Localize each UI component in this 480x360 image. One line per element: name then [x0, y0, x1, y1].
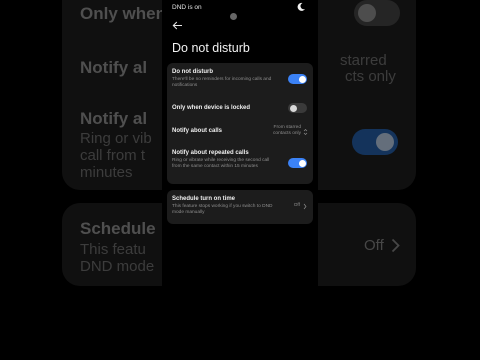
- phone-screen: DND is on Do not disturb Do not disturb …: [162, 0, 318, 360]
- calls-value: From starred contacts only: [273, 125, 301, 137]
- repeated-subtitle: Ring or vibrate while receiving the seco…: [172, 158, 270, 169]
- camera-cutout: [230, 13, 237, 20]
- schedule-card[interactable]: Schedule turn on time This feature stops…: [167, 190, 313, 224]
- dnd-toggle[interactable]: [288, 74, 307, 84]
- repeated-title: Notify about repeated calls: [172, 150, 249, 156]
- updown-chevron-icon: [303, 129, 308, 135]
- calls-title: Notify about calls: [172, 128, 223, 134]
- dnd-title: Do not disturb: [172, 69, 213, 75]
- dnd-subtitle: There'll be no reminders for incoming ca…: [172, 77, 272, 88]
- back-arrow-icon[interactable]: [172, 21, 183, 30]
- locked-title: Only when device is locked: [172, 105, 251, 111]
- schedule-value: Off: [293, 203, 300, 208]
- settings-card: Do not disturb There'll be no reminders …: [167, 63, 313, 184]
- locked-toggle[interactable]: [288, 103, 307, 113]
- status-text: DND is on: [172, 4, 202, 11]
- status-bar: DND is on: [162, 0, 318, 20]
- page-title: Do not disturb: [172, 41, 250, 55]
- moon-icon: [297, 2, 305, 11]
- schedule-subtitle: This feature stops working if you switch…: [172, 204, 273, 215]
- schedule-title: Schedule turn on time: [172, 196, 236, 202]
- repeated-toggle[interactable]: [288, 158, 307, 168]
- chevron-right-icon: [303, 203, 307, 210]
- calls-value-line2: contacts only: [273, 131, 301, 136]
